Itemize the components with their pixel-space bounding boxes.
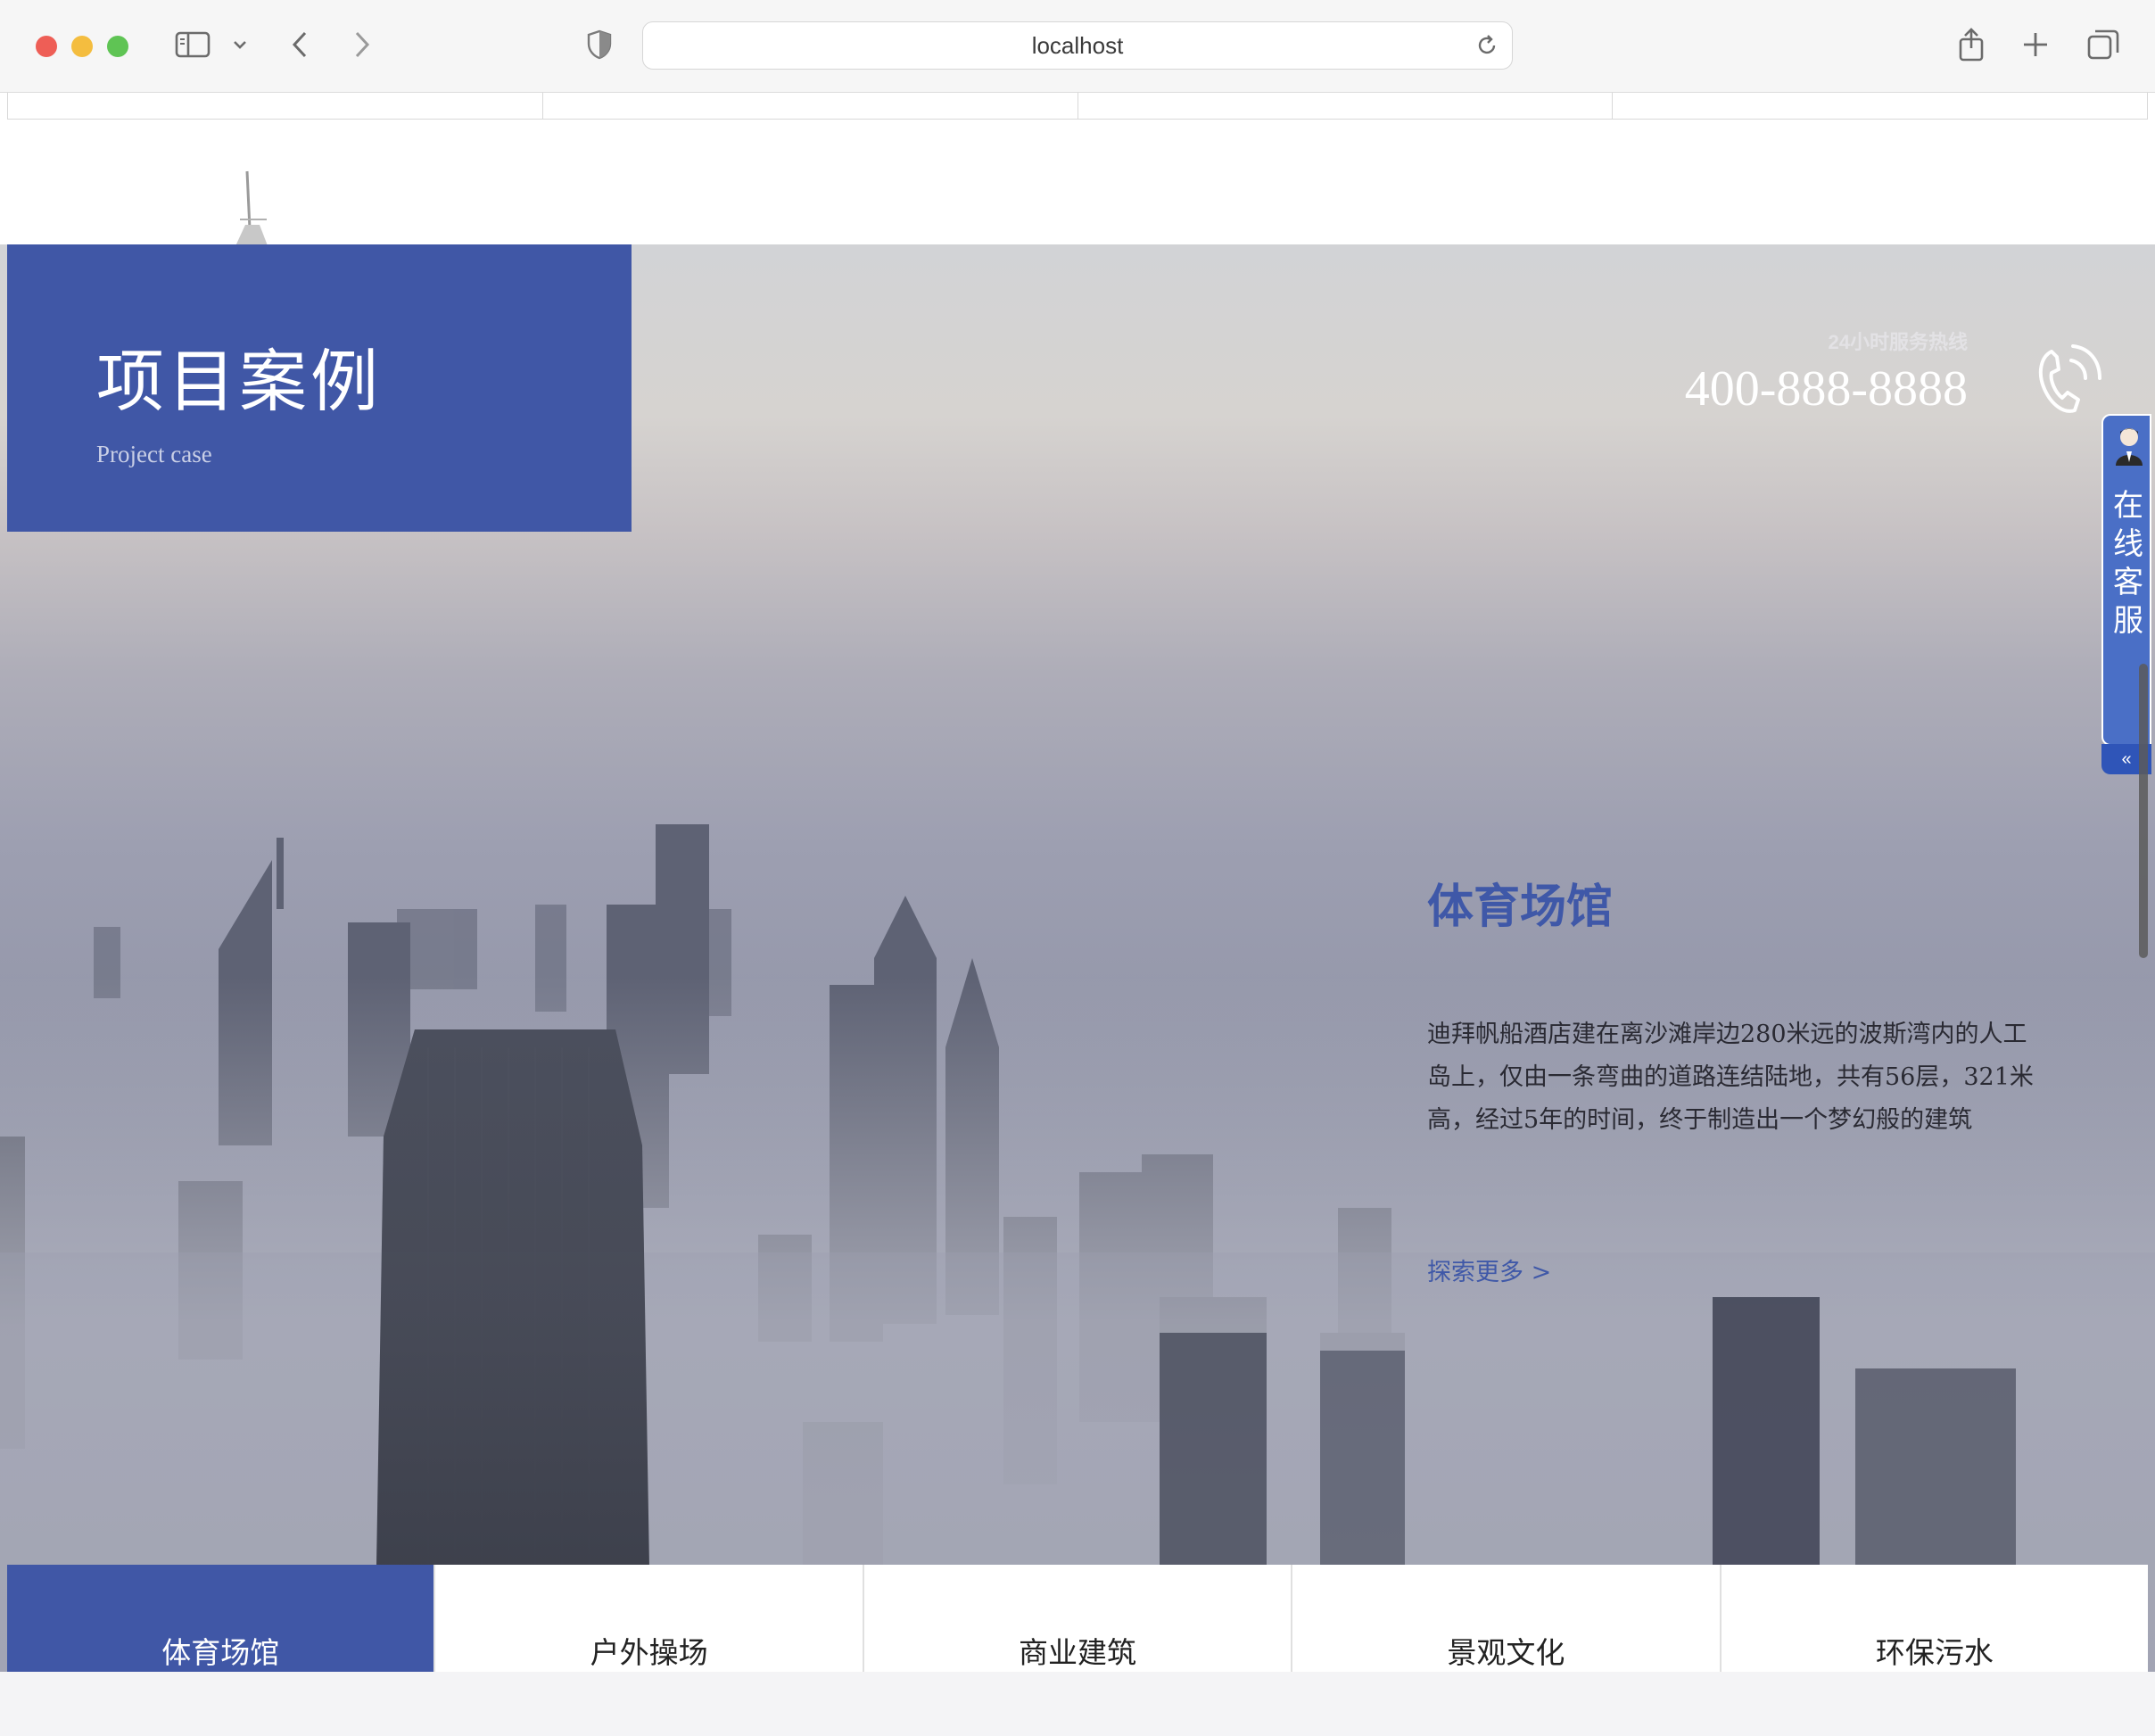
- address-bar[interactable]: localhost: [642, 21, 1513, 70]
- minimize-window-button[interactable]: [71, 36, 93, 57]
- page-bottom-area: [0, 1672, 2155, 1736]
- section-subtitle: Project case: [96, 441, 212, 467]
- hotline-label: 24小时服务热线: [1828, 331, 1968, 353]
- agent-avatar-icon: [2116, 428, 2143, 466]
- url-text: localhost: [1031, 31, 1124, 59]
- explore-more-link[interactable]: 探索更多 >: [1427, 1252, 1551, 1287]
- reload-icon[interactable]: [1474, 33, 1499, 64]
- online-service-label: 在线客服: [2113, 489, 2143, 638]
- zoom-window-button[interactable]: [107, 36, 128, 57]
- phone-icon: [2038, 344, 2101, 413]
- chevron-down-icon[interactable]: [228, 23, 252, 66]
- back-icon[interactable]: [284, 23, 316, 66]
- page-scrollbar[interactable]: [2139, 664, 2148, 958]
- browser-toolbar: localhost: [0, 0, 2155, 93]
- sidebar-toggle-icon[interactable]: [171, 23, 214, 66]
- crane-image-fragment: [235, 170, 268, 248]
- new-tab-icon[interactable]: [2018, 23, 2053, 66]
- share-icon[interactable]: [1953, 23, 1989, 66]
- forward-icon[interactable]: [346, 23, 378, 66]
- web-page: 项目案例 Project case 24小时服务热线 400-888-8888 …: [0, 93, 2155, 1736]
- hotline-number: 400-888-8888: [1684, 361, 1968, 417]
- close-window-button[interactable]: [36, 36, 57, 57]
- top-grid-row: [7, 93, 2148, 120]
- section-title: 项目案例: [96, 342, 382, 421]
- case-description: 迪拜帆船酒店建在离沙滩岸边280米远的波斯湾内的人工岛上，仅由一条弯曲的道路连结…: [1427, 1021, 2034, 1134]
- section-title-box: 项目案例 Project case: [7, 244, 632, 532]
- shield-icon[interactable]: [583, 23, 615, 66]
- tab-overview-icon[interactable]: [2084, 23, 2123, 66]
- case-title: 体育场馆: [1427, 880, 1614, 934]
